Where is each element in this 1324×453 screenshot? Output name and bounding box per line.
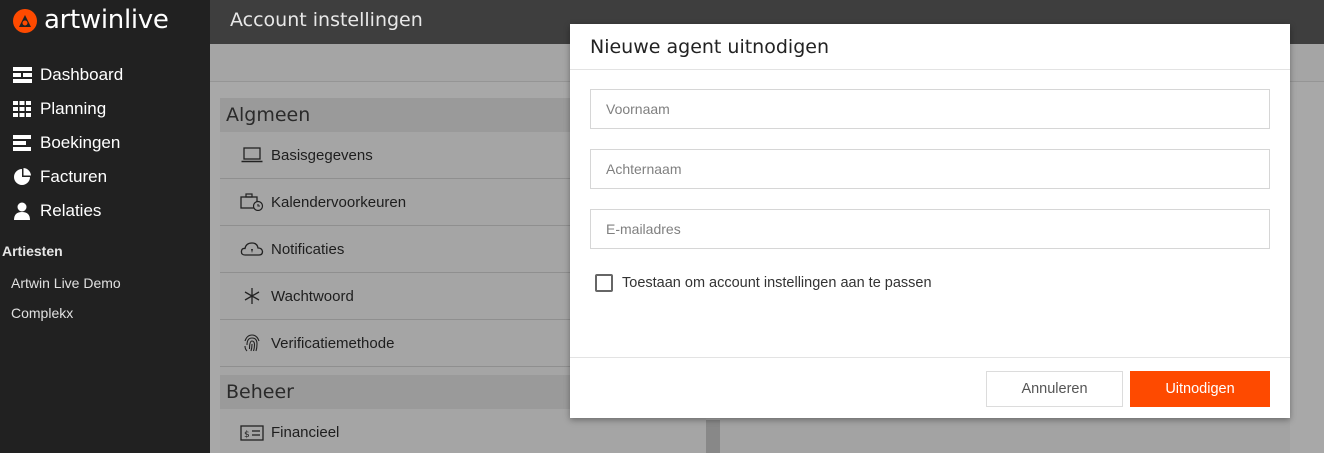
fingerprint-icon [240, 333, 264, 353]
settings-item-label: Notificaties [271, 240, 345, 258]
scrollbar[interactable] [706, 420, 720, 453]
grid-icon [12, 100, 32, 118]
lastname-input[interactable] [590, 149, 1270, 189]
invite-agent-modal: Nieuwe agent uitnodigen Toestaan om acco… [570, 24, 1290, 418]
nav-item-dashboard[interactable]: Dashboard [0, 58, 210, 92]
nav-item-facturen[interactable]: Facturen [0, 160, 210, 194]
dashboard-icon [12, 66, 32, 84]
section-title-artiesten: Artiesten [2, 243, 63, 259]
settings-item-label: Basisgegevens [271, 146, 373, 164]
logo-icon [10, 5, 40, 35]
nav-item-label: Planning [40, 99, 107, 118]
permission-checkbox[interactable] [595, 274, 613, 292]
svg-text:$: $ [244, 430, 250, 440]
sidebar: artwinlive Dashboard Planning Boekingen … [0, 0, 210, 453]
email-input[interactable] [590, 209, 1270, 249]
logo[interactable]: artwinlive [10, 4, 169, 36]
asterisk-icon [240, 286, 264, 306]
settings-item-label: Kalendervoorkeuren [271, 193, 407, 211]
cancel-button[interactable]: Annuleren [986, 371, 1123, 407]
modal-header: Nieuwe agent uitnodigen [570, 24, 1290, 70]
modal-title: Nieuwe agent uitnodigen [590, 35, 829, 58]
nav-item-relaties[interactable]: Relaties [0, 194, 210, 228]
artist-link[interactable]: Complekx [11, 305, 73, 321]
laptop-icon [240, 145, 264, 165]
settings-item-label: Financieel [271, 424, 340, 441]
settings-item-label: Wachtwoord [271, 287, 354, 305]
list-icon [12, 134, 32, 152]
nav-item-label: Boekingen [40, 133, 121, 152]
modal-footer: Annuleren Uitnodigen [570, 357, 1290, 418]
page-title: Account instellingen [230, 9, 423, 31]
notification-cloud-icon [240, 239, 264, 259]
nav-item-label: Dashboard [40, 65, 124, 84]
pie-chart-icon [12, 168, 32, 186]
nav-item-planning[interactable]: Planning [0, 92, 210, 126]
briefcase-clock-icon [240, 192, 264, 212]
settings-item-label: Verificatiemethode [271, 334, 395, 352]
money-card-icon: $ [240, 423, 264, 443]
nav-item-boekingen[interactable]: Boekingen [0, 126, 210, 160]
artist-link[interactable]: Artwin Live Demo [11, 275, 121, 291]
firstname-input[interactable] [590, 89, 1270, 129]
main-nav: Dashboard Planning Boekingen Facturen Re… [0, 58, 210, 228]
logo-text: artwinlive [44, 5, 169, 35]
permission-checkbox-row[interactable]: Toestaan om account instellingen aan te … [595, 274, 932, 292]
invite-button[interactable]: Uitnodigen [1130, 371, 1270, 407]
nav-item-label: Facturen [40, 167, 108, 186]
permission-checkbox-label: Toestaan om account instellingen aan te … [622, 275, 932, 291]
nav-item-label: Relaties [40, 201, 102, 220]
user-icon [12, 202, 32, 220]
